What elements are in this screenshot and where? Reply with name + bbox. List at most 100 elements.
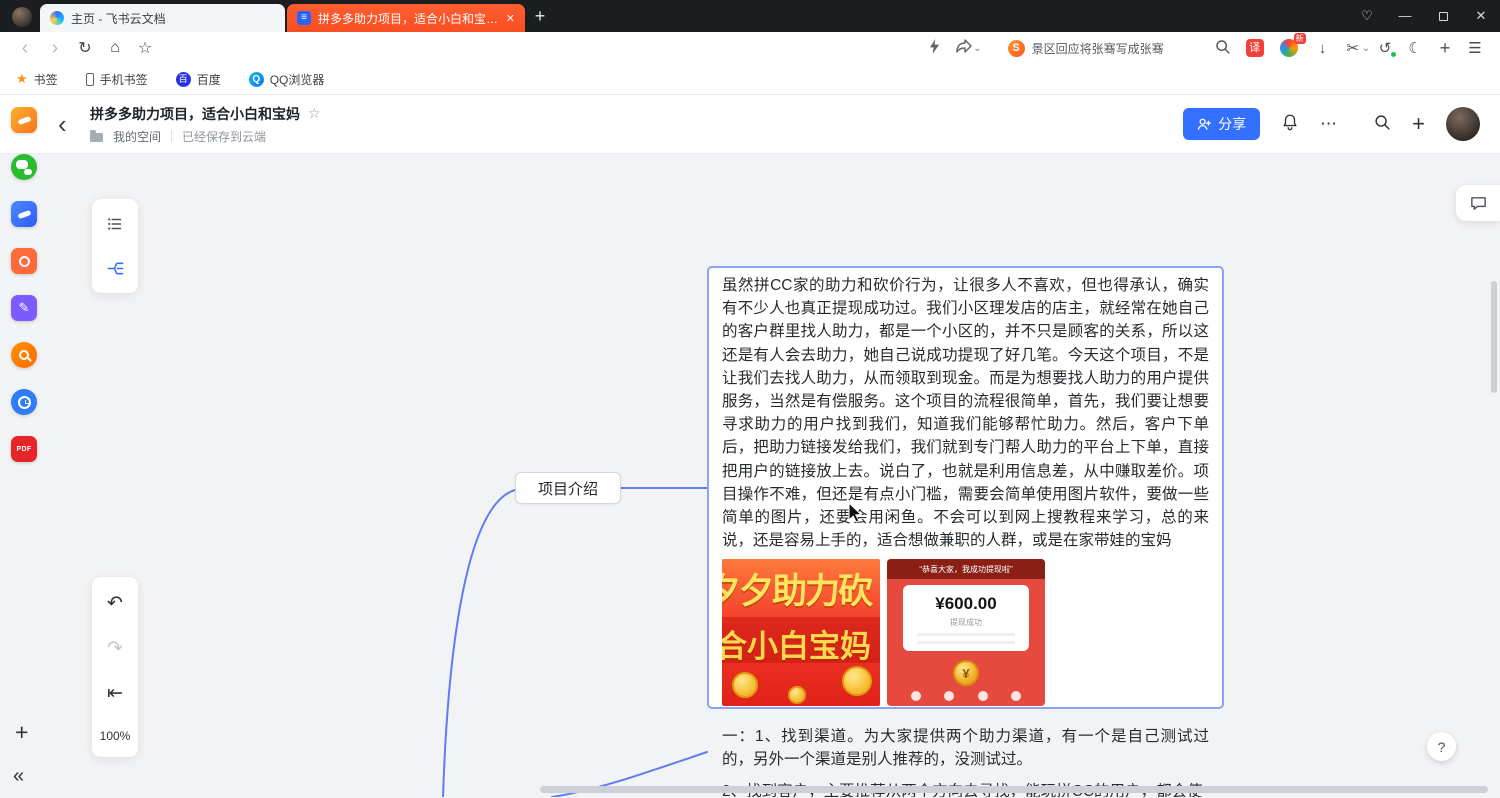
folder-icon [90, 133, 103, 142]
promo-image-subtitle: 合小白宝妈 [722, 621, 871, 666]
fit-icon: ⇤ [107, 684, 123, 703]
share-person-icon [1197, 117, 1212, 132]
add-icon[interactable]: + [1430, 38, 1460, 59]
cash-amount: ¥600.00 [903, 594, 1029, 614]
lightning-icon[interactable] [919, 39, 949, 58]
screenshot-scissors-icon[interactable]: ✂ [1338, 39, 1368, 57]
magnifier-icon [19, 350, 29, 360]
redo-icon: ↷ [107, 639, 123, 658]
mindmap-node-description[interactable]: 虽然拼CC家的助力和砍价行为，让很多人不喜欢，但也得承认，确实有不少人也真正提现… [707, 266, 1224, 709]
clock-app-icon[interactable] [11, 389, 37, 415]
favorite-star-icon[interactable]: ☆ [308, 105, 321, 122]
browser-profile-avatar[interactable] [12, 7, 32, 27]
tab-pinduoduo-doc[interactable]: ≡ 拼多多助力项目，适合小白和宝妈 - ✕ [287, 4, 525, 32]
bookmark-label: 手机书签 [100, 71, 148, 88]
mindmap-node-intro[interactable]: 项目介绍 [515, 472, 621, 504]
comment-button[interactable] [1456, 185, 1500, 221]
bookmark-item-baidu[interactable]: 百 百度 [176, 71, 221, 88]
close-window-button[interactable]: ✕ [1462, 0, 1500, 32]
new-tab-button[interactable]: + [525, 6, 555, 27]
notifications-bell-icon[interactable] [1281, 113, 1299, 136]
user-avatar[interactable] [1446, 107, 1480, 141]
extensions-icon[interactable]: 新 [1280, 39, 1298, 57]
tab-close-icon[interactable]: ✕ [506, 12, 515, 25]
menu-icon[interactable]: ☰ [1460, 39, 1490, 57]
node-images: 夕夕助力砍 合小白宝妈 “恭喜大家，我成功提现啦” ¥600.00 提现成功 ¥ [722, 559, 1209, 706]
breadcrumb-space[interactable]: 我的空间 [113, 128, 161, 145]
coin-icon [788, 686, 806, 704]
pdf-app-icon[interactable]: PDF [11, 436, 37, 462]
maximize-button[interactable] [1424, 0, 1462, 32]
clock-icon [18, 396, 31, 409]
app-glyph [17, 115, 31, 124]
download-icon[interactable]: ↓ [1308, 40, 1338, 57]
share-label: 分享 [1218, 114, 1246, 134]
doc-title: 拼多多助力项目，适合小白和宝妈 [90, 104, 300, 124]
netdisk-app-icon[interactable] [11, 248, 37, 274]
qq-icon: Q [249, 72, 264, 87]
share-button[interactable]: 分享 [1183, 108, 1260, 140]
side-app-dock: ✎ PDF [11, 107, 37, 462]
feishu-app-icon[interactable] [11, 107, 37, 133]
doc-back-button[interactable]: ‹ [58, 111, 90, 137]
mindmap-canvas[interactable]: ↶ ↷ ⇤ 100% 项目介绍 虽然拼CC家的助力和砍价行为，让很多人不喜欢，但… [0, 154, 1500, 797]
bookmark-item-qq-browser[interactable]: Q QQ浏览器 [249, 71, 325, 88]
coin-icon: ¥ [953, 660, 979, 686]
favorites-heart-icon[interactable]: ♡ [1348, 0, 1386, 32]
doc-search-icon[interactable] [1373, 113, 1391, 136]
promo-image[interactable]: 夕夕助力砍 合小白宝妈 [722, 559, 880, 706]
horizontal-scrollbar[interactable] [540, 786, 1488, 793]
refresh-button[interactable]: ↻ [70, 38, 100, 58]
node-paragraph: 虽然拼CC家的助力和砍价行为，让很多人不喜欢，但也得承认，确实有不少人也真正提现… [722, 274, 1209, 552]
translate-icon[interactable]: 译 [1246, 39, 1264, 57]
mindmap-view-button[interactable] [92, 246, 138, 291]
notes-app-icon[interactable]: ✎ [11, 295, 37, 321]
new-badge: 新 [1294, 33, 1306, 44]
tab-title: 主页 - 飞书云文档 [71, 10, 166, 27]
node-label: 项目介绍 [538, 478, 598, 499]
docs-app-icon[interactable] [11, 201, 37, 227]
hot-search-ticker[interactable]: S 景区回应将张骞写成张骞 [1008, 40, 1164, 57]
collapse-sidebar-button[interactable]: « [13, 765, 24, 788]
search-icon[interactable] [1208, 38, 1238, 59]
tab-feishu-home[interactable]: 主页 - 飞书云文档 [40, 4, 285, 32]
bookmark-item-mobile[interactable]: 手机书签 [86, 71, 148, 88]
canvas-add-button[interactable]: + [15, 719, 28, 746]
undo-button[interactable]: ↶ [92, 581, 138, 626]
hot-search-text: 景区回应将张骞写成张骞 [1032, 40, 1164, 57]
nav-forward-button[interactable]: › [40, 40, 70, 56]
bookmark-item-bookmarks[interactable]: ★ 书签 [16, 71, 58, 88]
comment-bubble-icon [1469, 194, 1488, 213]
minimize-button[interactable]: — [1386, 0, 1424, 32]
fit-to-center-button[interactable]: ⇤ [92, 671, 138, 716]
history-icon[interactable]: ↺ [1370, 39, 1400, 57]
zoom-level[interactable]: 100% [100, 716, 131, 753]
cash-screenshot-image[interactable]: “恭喜大家，我成功提现啦” ¥600.00 提现成功 ¥ [887, 559, 1045, 706]
undo-icon: ↶ [107, 594, 123, 613]
cash-status: 提现成功 [903, 617, 1029, 628]
cash-dock-icons [887, 691, 1045, 701]
cash-banner-text: “恭喜大家，我成功提现啦” [887, 559, 1045, 579]
help-button[interactable]: ? [1427, 732, 1456, 761]
coin-icon [732, 672, 758, 698]
divider [171, 130, 172, 142]
doc-actions: 分享 ⋯ + [1183, 107, 1480, 141]
redo-button[interactable]: ↷ [92, 626, 138, 671]
home-button[interactable]: ⌂ [100, 39, 130, 57]
vertical-scrollbar[interactable] [1491, 281, 1497, 393]
star-icon: ★ [16, 71, 28, 87]
bookmark-star-icon[interactable]: ☆ [130, 38, 160, 58]
share-page-icon[interactable] [949, 39, 979, 57]
hot-search-icon: S [1008, 40, 1025, 57]
outline-view-button[interactable] [92, 201, 138, 246]
more-options-icon[interactable]: ⋯ [1320, 114, 1338, 134]
quark-search-icon[interactable] [11, 342, 37, 368]
doc-add-icon[interactable]: + [1412, 114, 1425, 134]
wechat-icon[interactable] [11, 154, 37, 180]
bookmark-label: QQ浏览器 [270, 71, 325, 88]
dark-mode-moon-icon[interactable]: ☾ [1400, 39, 1430, 57]
window-controls: ♡ — ✕ [1348, 0, 1500, 32]
nav-back-button[interactable]: ‹ [10, 40, 40, 56]
cash-detail-lines [903, 633, 1029, 644]
bookmark-label: 百度 [197, 71, 221, 88]
